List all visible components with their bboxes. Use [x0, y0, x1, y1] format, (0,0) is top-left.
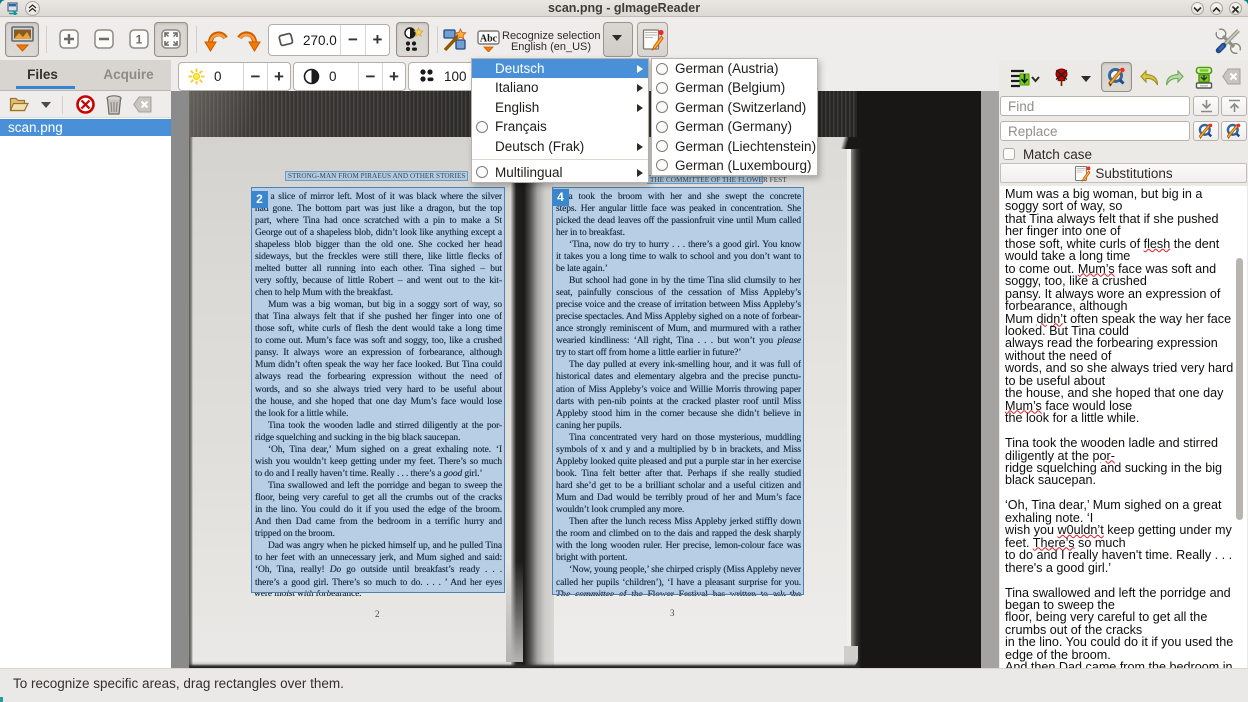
svg-text:1: 1	[136, 33, 143, 47]
svg-text:Abc: Abc	[480, 34, 498, 45]
